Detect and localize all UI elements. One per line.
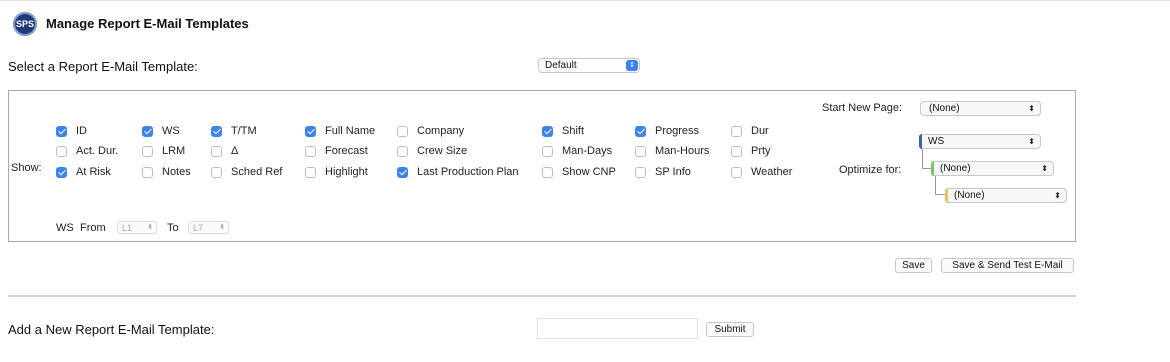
level-color-bar xyxy=(931,161,934,176)
checkbox[interactable] xyxy=(211,167,222,178)
checkbox-label: Man-Hours xyxy=(655,145,710,157)
checkbox-label: Company xyxy=(417,125,465,137)
optimize-level-1-value: WS xyxy=(928,136,945,147)
checkbox[interactable] xyxy=(731,167,742,178)
checkbox[interactable] xyxy=(635,167,646,178)
ws-from-select[interactable]: L1 ⬍ xyxy=(117,221,157,234)
checkbox[interactable] xyxy=(542,126,553,137)
optimize-level-2-value: (None) xyxy=(940,163,971,174)
checkbox[interactable] xyxy=(142,126,153,137)
checkbox-label: Highlight xyxy=(325,166,368,178)
checkbox-label: Δ xyxy=(231,145,239,157)
show-label: Show: xyxy=(11,162,42,174)
checkbox[interactable] xyxy=(305,146,316,157)
checkbox-label: At Risk xyxy=(76,166,111,178)
checkbox[interactable] xyxy=(397,146,408,157)
chevron-updown-icon: ⬍ xyxy=(1028,137,1035,146)
checkbox[interactable] xyxy=(542,146,553,157)
checkbox[interactable] xyxy=(731,126,742,137)
template-select[interactable]: Default ⇕ xyxy=(538,58,640,73)
chevron-updown-icon: ⬍ xyxy=(219,224,225,231)
chevron-updown-icon: ⬍ xyxy=(147,224,153,231)
checkbox-label: Forecast xyxy=(325,145,368,157)
save-button[interactable]: Save xyxy=(895,258,932,273)
checkbox-label: Last Production Plan xyxy=(417,166,519,178)
checkbox[interactable] xyxy=(731,146,742,157)
checkbox-label: T/TM xyxy=(231,125,257,137)
to-label: To xyxy=(167,222,179,234)
ws-to-value: L7 xyxy=(193,223,204,233)
checkbox[interactable] xyxy=(397,126,408,137)
checkbox-label: Act. Dur. xyxy=(76,145,119,157)
from-label: From xyxy=(80,222,106,234)
checkbox-label: Crew Size xyxy=(417,145,468,157)
template-select-label: Select a Report E-Mail Template: xyxy=(8,59,198,74)
ws-range-label: WS xyxy=(56,222,74,234)
checkbox-label: WS xyxy=(162,125,180,137)
checkbox-label: Notes xyxy=(162,166,191,178)
checkbox-label: Show CNP xyxy=(562,166,616,178)
chevron-updown-icon: ⇕ xyxy=(626,60,638,71)
checkbox-label: Sched Ref xyxy=(231,166,283,178)
checkbox-label: SP Info xyxy=(655,166,691,178)
chevron-updown-icon: ⬍ xyxy=(1028,104,1035,113)
checkbox[interactable] xyxy=(142,167,153,178)
checkbox[interactable] xyxy=(635,146,646,157)
top-divider xyxy=(0,0,1170,1)
start-new-page-value: (None) xyxy=(929,103,960,114)
optimize-level-1-select[interactable]: WS ⬍ xyxy=(919,134,1041,149)
checkbox[interactable] xyxy=(305,126,316,137)
optimize-level-2-select[interactable]: (None) ⬍ xyxy=(931,161,1054,176)
ws-to-select[interactable]: L7 ⬍ xyxy=(188,221,229,234)
add-template-label: Add a New Report E-Mail Template: xyxy=(8,322,215,337)
optimize-label: Optimize for: xyxy=(839,164,902,176)
checkbox[interactable] xyxy=(542,167,553,178)
chevron-updown-icon: ⬍ xyxy=(1041,164,1048,173)
checkbox[interactable] xyxy=(635,126,646,137)
page-title: Manage Report E-Mail Templates xyxy=(46,16,249,31)
checkbox[interactable] xyxy=(56,126,67,137)
checkbox-label: Full Name xyxy=(325,125,376,137)
checkbox[interactable] xyxy=(56,146,67,157)
checkbox[interactable] xyxy=(397,167,408,178)
save-send-test-button[interactable]: Save & Send Test E-Mail xyxy=(941,258,1074,273)
checkbox-label: LRM xyxy=(162,145,186,157)
checkbox-label: Weather xyxy=(751,166,793,178)
sps-logo: SPS xyxy=(13,12,37,36)
ws-from-value: L1 xyxy=(122,223,133,233)
chevron-updown-icon: ⬍ xyxy=(1054,191,1061,200)
level-color-bar xyxy=(919,134,922,149)
checkbox-label: ID xyxy=(76,125,87,137)
start-new-page-select[interactable]: (None) ⬍ xyxy=(920,101,1041,116)
start-new-page-label: Start New Page: xyxy=(822,102,903,114)
template-options-panel: Show: ID WS T/TM Full Name Company Shift Progr… xyxy=(8,90,1076,242)
level-color-bar xyxy=(945,188,948,203)
checkbox[interactable] xyxy=(305,167,316,178)
submit-button[interactable]: Submit xyxy=(706,322,754,337)
template-select-value: Default xyxy=(545,60,577,71)
checkbox-label: Shift xyxy=(562,125,585,137)
checkbox[interactable] xyxy=(56,167,67,178)
optimize-level-3-value: (None) xyxy=(954,190,985,201)
checkbox[interactable] xyxy=(211,126,222,137)
checkbox-label: Progress xyxy=(655,125,700,137)
checkbox[interactable] xyxy=(142,146,153,157)
section-divider xyxy=(8,295,1076,297)
optimize-level-3-select[interactable]: (None) ⬍ xyxy=(945,188,1067,203)
checkbox-label: Man-Days xyxy=(562,145,613,157)
checkbox-label: Dur xyxy=(751,125,769,137)
new-template-name-input[interactable] xyxy=(537,318,698,339)
checkbox[interactable] xyxy=(211,146,222,157)
checkbox-label: Prty xyxy=(751,145,771,157)
